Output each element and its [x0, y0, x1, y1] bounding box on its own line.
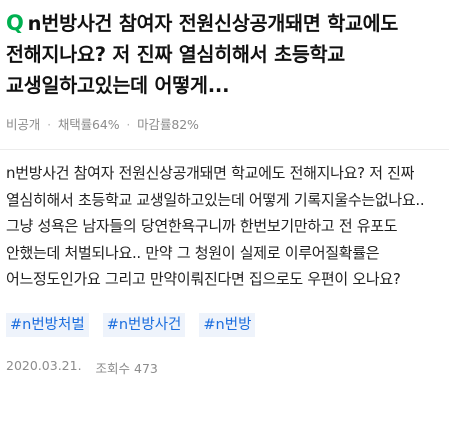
- visibility-label: 비공개: [6, 117, 41, 132]
- view-count: 조회수 473: [95, 360, 158, 376]
- deadline-rate: 마감률82%: [137, 117, 199, 132]
- question-body: n번방사건 참여자 전원신상공개돼면 학교에도 전해지나요? 저 진짜 열심히해…: [6, 164, 425, 288]
- adoption-rate: 채택률64%: [57, 117, 120, 132]
- question-footer: 2020.03.21. 조회수 473: [6, 358, 431, 377]
- tag-link[interactable]: #n번방: [199, 312, 256, 337]
- question-title-text: n번방사건 참여자 전원신상공개돼면 학교에도 전해지나요? 저 진짜 열심히해…: [6, 12, 399, 97]
- divider: [0, 149, 449, 150]
- question-page: Qn번방사건 참여자 전원신상공개돼면 학교에도 전해지나요? 저 진짜 열심히…: [0, 0, 449, 428]
- question-mark-icon: Q: [6, 11, 24, 35]
- meta-separator: ·: [47, 117, 51, 132]
- tag-link[interactable]: #n번방처벌: [6, 312, 89, 337]
- question-header: Qn번방사건 참여자 전원신상공개돼면 학교에도 전해지나요? 저 진짜 열심히…: [6, 8, 431, 101]
- question-title: Qn번방사건 참여자 전원신상공개돼면 학교에도 전해지나요? 저 진짜 열심히…: [6, 8, 431, 101]
- tag-list: #n번방처벌 #n번방사건 #n번방: [6, 312, 431, 337]
- post-date: 2020.03.21.: [6, 357, 82, 373]
- meta-separator: ·: [126, 117, 131, 132]
- tag-link[interactable]: #n번방사건: [102, 312, 186, 337]
- question-meta: 비공개 · 채택률64% · 마감률82%: [6, 117, 431, 133]
